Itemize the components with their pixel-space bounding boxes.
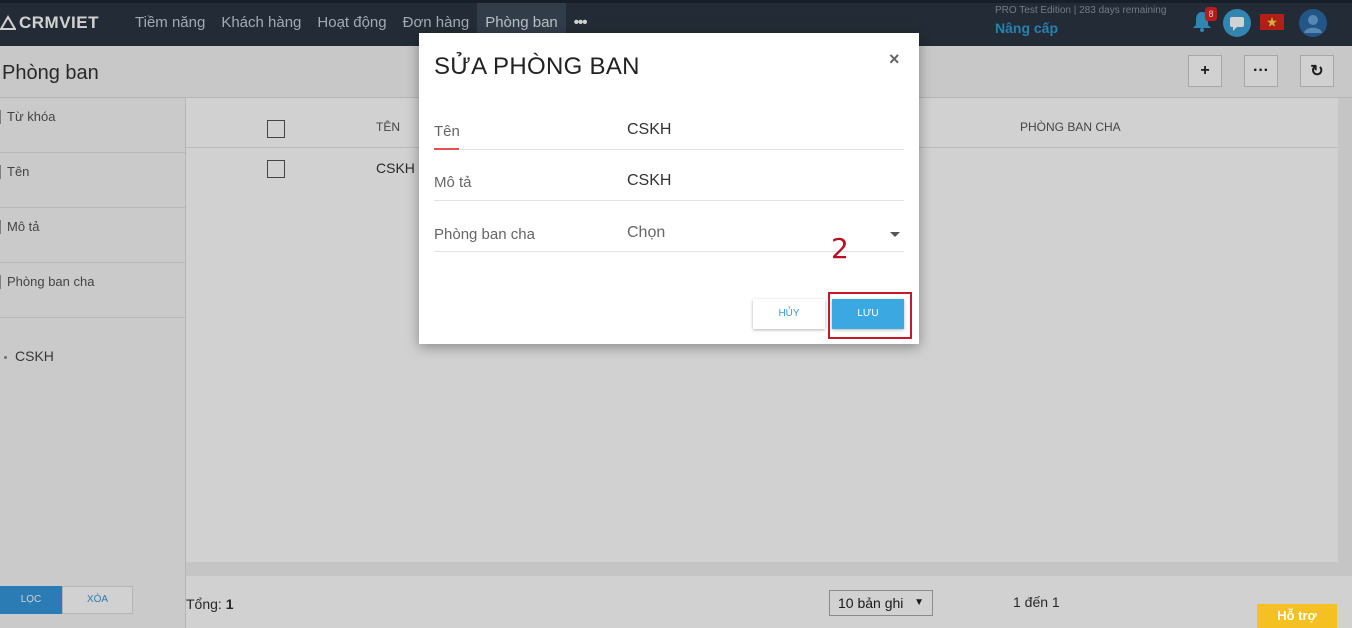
name-input[interactable]: CSKH [627,121,671,139]
cancel-button[interactable]: HỦY [753,299,825,329]
support-button[interactable]: Hỗ trợ [1257,604,1337,628]
modal-title: SỬA PHÒNG BAN [434,53,640,80]
field-description-label: Mô tả [434,174,472,191]
field-description: Mô tả CSKH [434,151,904,201]
close-icon[interactable]: × [889,49,900,70]
save-highlight-box [828,292,912,339]
dropdown-arrow-icon [890,232,900,237]
description-input[interactable]: CSKH [627,172,671,190]
field-parent-label: Phòng ban cha [434,226,535,243]
parent-select[interactable]: Chọn [627,224,665,242]
field-name-label: Tên [434,123,460,140]
field-name: Tên CSKH [434,100,904,150]
focus-underline [434,148,459,150]
step-number-annotation: 2 [831,232,849,265]
